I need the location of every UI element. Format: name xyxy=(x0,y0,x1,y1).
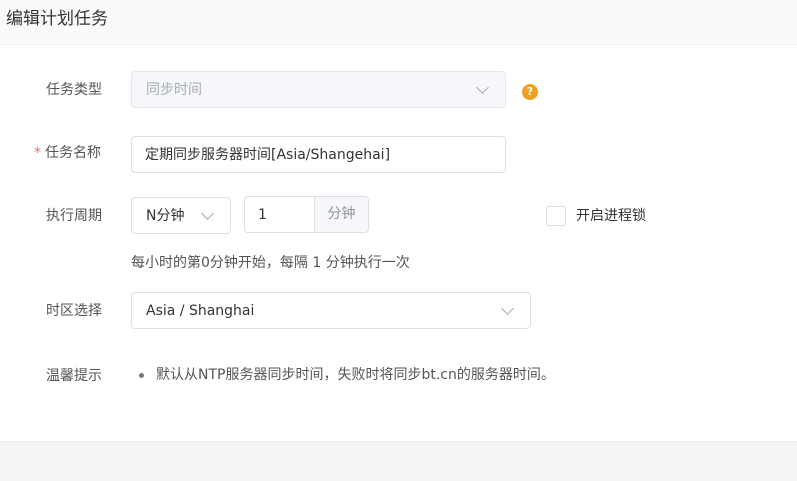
cycle-hint: 每小时的第0分钟开始，每隔 1 分钟执行一次 xyxy=(131,255,410,271)
dialog-header: 编辑计划任务 xyxy=(0,0,797,45)
task-name-label-text: 任务名称 xyxy=(45,145,101,161)
timezone-label: 时区选择 xyxy=(46,303,102,319)
bullet-icon xyxy=(139,373,144,378)
tip-item: 默认从NTP服务器同步时间，失败时将同步bt.cn的服务器时间。 xyxy=(156,367,555,383)
chevron-down-icon xyxy=(476,81,489,94)
cycle-type-value: N分钟 xyxy=(146,208,185,224)
tips-label: 温馨提示 xyxy=(46,368,102,384)
process-lock-checkbox[interactable] xyxy=(546,206,566,226)
interval-value: 1 xyxy=(258,207,267,223)
task-type-label: 任务类型 xyxy=(46,82,102,98)
process-lock-label[interactable]: 开启进程锁 xyxy=(576,206,646,226)
task-name-input[interactable]: 定期同步服务器时间[Asia/Shangehai] xyxy=(131,136,506,173)
timezone-value: Asia / Shanghai xyxy=(146,303,255,319)
dialog-title: 编辑计划任务 xyxy=(6,9,108,29)
chevron-down-icon xyxy=(501,302,514,315)
task-name-label: * 任务名称 xyxy=(34,143,101,163)
task-type-select[interactable]: 同步时间 xyxy=(131,71,506,108)
question-circle-icon[interactable]: ? xyxy=(522,84,538,100)
interval-input[interactable]: 1 xyxy=(244,196,315,233)
cycle-label: 执行周期 xyxy=(46,208,102,224)
interval-unit: 分钟 xyxy=(314,196,369,233)
task-type-value: 同步时间 xyxy=(146,82,202,98)
chevron-down-icon xyxy=(201,207,214,220)
required-mark: * xyxy=(34,145,41,161)
dialog-footer xyxy=(0,441,797,481)
task-name-value: 定期同步服务器时间[Asia/Shangehai] xyxy=(145,147,391,163)
timezone-select[interactable]: Asia / Shanghai xyxy=(131,292,531,329)
cycle-type-select[interactable]: N分钟 xyxy=(131,197,231,234)
